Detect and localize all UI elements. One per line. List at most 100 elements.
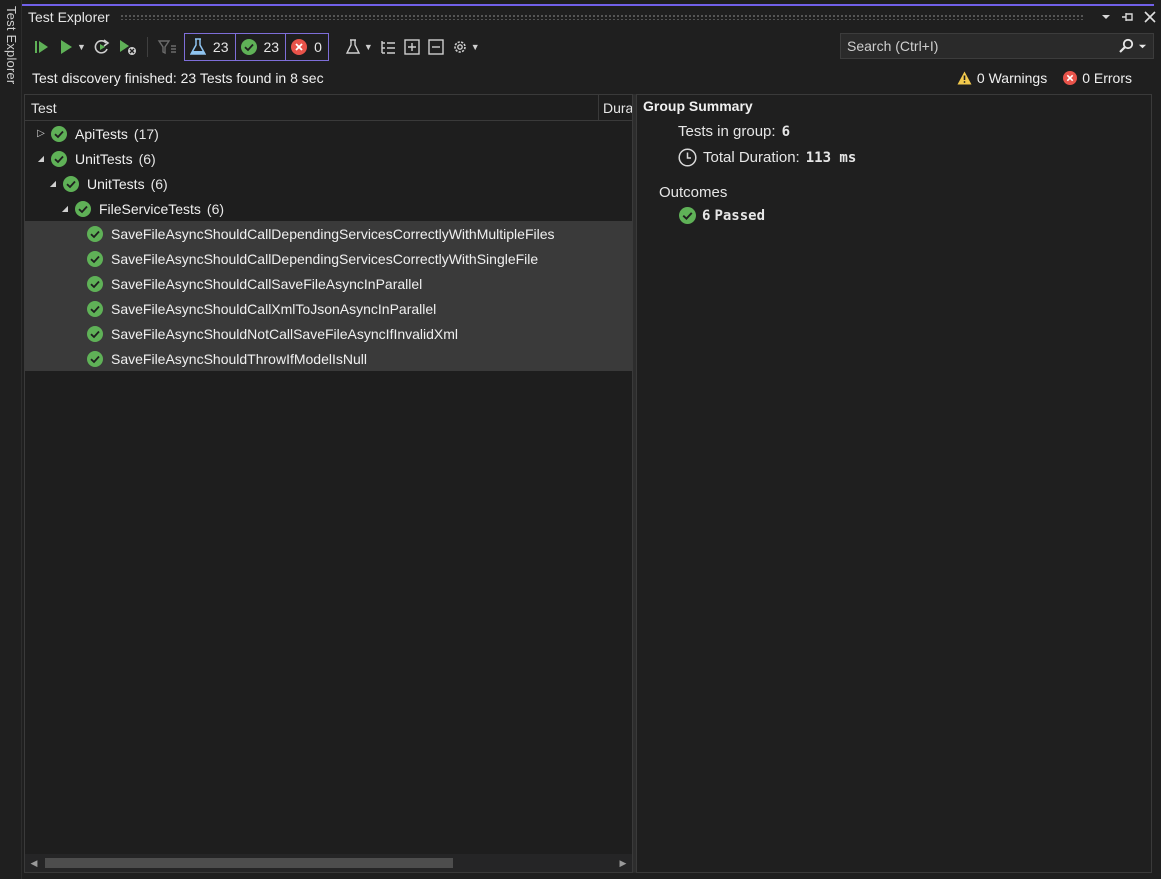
tree-item-label: UnitTests	[75, 150, 133, 167]
filter-failed-tests[interactable]: 0	[286, 34, 328, 60]
check-circle-icon	[679, 207, 696, 224]
horizontal-scrollbar[interactable]: ◀ ▶	[25, 854, 632, 872]
total-duration-value: 113 ms	[805, 149, 857, 166]
side-tab-label: Test Explorer	[4, 6, 19, 85]
run-failed-icon	[119, 40, 136, 55]
column-header-test[interactable]: Test	[25, 95, 599, 120]
pin-icon	[1122, 13, 1133, 21]
close-icon	[1144, 11, 1156, 23]
run-all-tests-button[interactable]	[30, 34, 54, 60]
search-input[interactable]: Search (Ctrl+I)	[841, 38, 1118, 54]
check-circle-icon	[87, 225, 103, 242]
test-row[interactable]: SaveFileAsyncShouldCallDependingServices…	[25, 221, 632, 246]
tests-in-group-value: 6	[781, 123, 790, 140]
group-summary-title: Group Summary	[643, 98, 753, 114]
collapse-all-button[interactable]	[424, 34, 448, 60]
tree-item-label: SaveFileAsyncShouldCallSaveFileAsyncInPa…	[111, 275, 423, 292]
playlist-button[interactable]: ▼	[341, 34, 376, 60]
column-header-duration[interactable]: Dura	[599, 95, 632, 120]
outcomes-heading: Outcomes	[659, 184, 728, 201]
window-title: Test Explorer	[28, 9, 110, 25]
check-circle-icon	[51, 150, 67, 167]
search-icon[interactable]	[1118, 38, 1134, 54]
filter-passed-tests[interactable]: 23	[236, 34, 287, 60]
chevron-down-icon: ▼	[470, 42, 480, 52]
passed-outcome[interactable]: 6 Passed	[679, 207, 765, 224]
check-circle-icon	[87, 250, 103, 267]
group-row[interactable]: ◢ FileServiceTests (6)	[25, 196, 632, 221]
tree-item-count: (17)	[133, 125, 159, 142]
chevron-down-icon	[1102, 15, 1110, 19]
error-circle-icon	[291, 39, 308, 55]
group-row[interactable]: ◢ UnitTests (6)	[25, 146, 632, 171]
clock-icon	[678, 148, 697, 167]
scrollbar-thumb[interactable]	[45, 858, 453, 868]
tree-item-label: SaveFileAsyncShouldCallXmlToJsonAsyncInP…	[111, 300, 437, 317]
run-failed-tests-button[interactable]	[115, 34, 141, 60]
repeat-icon	[94, 39, 110, 54]
total-duration: Total Duration: 113 ms	[678, 148, 856, 167]
tree-item-label: SaveFileAsyncShouldCallDependingServices…	[111, 250, 539, 267]
scroll-right-icon[interactable]: ▶	[614, 858, 632, 869]
expand-arrow-icon[interactable]: ▷	[35, 128, 47, 139]
error-circle-icon	[1063, 71, 1078, 85]
gear-icon	[453, 41, 466, 53]
expand-all-button[interactable]	[400, 34, 424, 60]
total-duration-label: Total Duration:	[703, 149, 800, 166]
check-circle-icon	[75, 200, 91, 217]
close-button[interactable]	[1139, 6, 1161, 28]
errors-count: 0 Errors	[1082, 70, 1132, 86]
collapse-arrow-icon[interactable]: ◢	[35, 154, 47, 163]
test-row[interactable]: SaveFileAsyncShouldCallXmlToJsonAsyncInP…	[25, 296, 632, 321]
pin-button[interactable]	[1117, 6, 1139, 28]
tree-item-count: (6)	[138, 150, 156, 167]
group-summary-pane: Group Summary Tests in group: 6 Total Du…	[636, 94, 1152, 873]
filter-button[interactable]	[154, 34, 180, 60]
test-tree: ▷ ApiTests (17) ◢ UnitTests (6) ◢ UnitTests (6) ◢…	[25, 121, 632, 371]
test-row[interactable]: SaveFileAsyncShouldThrowIfModelIsNull	[25, 346, 632, 371]
collapse-arrow-icon[interactable]: ◢	[47, 179, 59, 188]
scroll-left-icon[interactable]: ◀	[25, 858, 43, 869]
passed-tests-count: 23	[263, 39, 280, 55]
filter-total-tests[interactable]: 23	[185, 34, 236, 60]
group-row[interactable]: ◢ UnitTests (6)	[25, 171, 632, 196]
warnings-indicator[interactable]: 0 Warnings	[957, 70, 1047, 86]
group-by-button[interactable]	[376, 34, 400, 60]
failed-tests-count: 0	[314, 39, 322, 55]
status-message: Test discovery finished: 23 Tests found …	[32, 70, 324, 86]
chevron-down-icon: ▼	[77, 42, 86, 52]
errors-indicator[interactable]: 0 Errors	[1063, 70, 1132, 86]
test-row[interactable]: SaveFileAsyncShouldNotCallSaveFileAsyncI…	[25, 321, 632, 346]
passed-outcome-count: 6	[702, 207, 711, 224]
test-row[interactable]: SaveFileAsyncShouldCallDependingServices…	[25, 246, 632, 271]
tree-item-label: UnitTests	[87, 175, 145, 192]
drag-grip[interactable]	[119, 14, 1085, 20]
run-button[interactable]: ▼	[54, 34, 89, 60]
tree-item-count: (6)	[206, 200, 225, 217]
title-bar: Test Explorer	[22, 6, 1161, 28]
scrollbar-track[interactable]	[43, 858, 614, 868]
tree-item-label: FileServiceTests	[99, 200, 201, 217]
warning-icon	[957, 71, 972, 85]
window-options-button[interactable]	[1095, 6, 1117, 28]
search-box[interactable]: Search (Ctrl+I)	[840, 33, 1154, 59]
toolbar-separator	[146, 37, 148, 57]
group-row[interactable]: ▷ ApiTests (17)	[25, 121, 632, 146]
collapse-arrow-icon[interactable]: ◢	[59, 204, 71, 213]
expand-all-icon	[404, 39, 420, 55]
warnings-count: 0 Warnings	[976, 70, 1048, 86]
tree-item-label: SaveFileAsyncShouldCallDependingServices…	[111, 225, 555, 242]
check-circle-icon	[63, 175, 79, 192]
search-options-chevron-icon[interactable]	[1138, 42, 1147, 51]
column-header: Test Dura	[25, 95, 632, 121]
settings-button[interactable]: ▼	[448, 34, 483, 60]
repeat-last-run-button[interactable]	[89, 34, 115, 60]
run-all-icon	[35, 41, 48, 53]
side-tab-test-explorer[interactable]: Test Explorer	[0, 0, 22, 879]
hierarchy-icon	[381, 41, 395, 54]
tree-item-label: SaveFileAsyncShouldThrowIfModelIsNull	[111, 350, 367, 367]
tree-item-count: (6)	[150, 175, 168, 192]
test-row[interactable]: SaveFileAsyncShouldCallSaveFileAsyncInPa…	[25, 271, 632, 296]
check-circle-icon	[87, 300, 103, 317]
chevron-down-icon: ▼	[363, 42, 373, 52]
